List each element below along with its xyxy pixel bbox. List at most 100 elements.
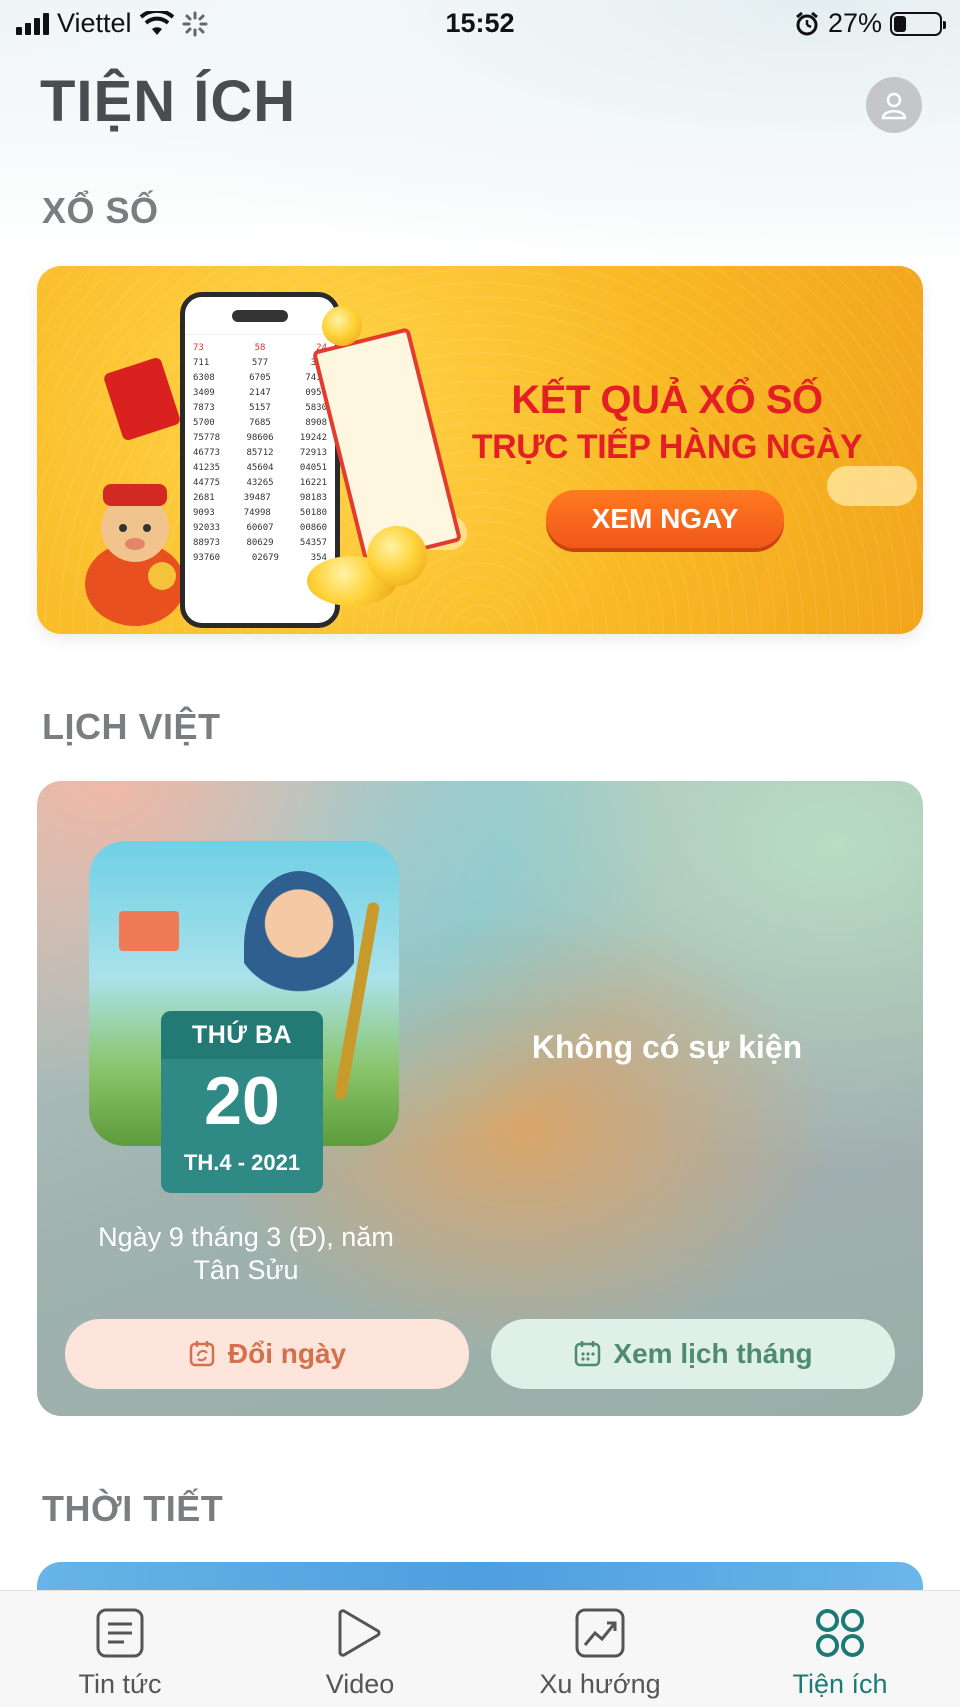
news-icon [92,1605,148,1661]
profile-avatar-button[interactable] [866,77,922,133]
cloud-decoration [827,466,917,506]
calendar-icon [575,1341,601,1367]
battery-fill [894,15,906,32]
battery-percent: 27% [827,8,882,38]
phone-result-cell: 44775 [193,478,221,488]
phone-result-row: 93760 02679 354 [193,551,327,566]
phone-results-list: 7358247115773216308670574153409214709577… [185,335,335,572]
tab-utilities-label: Tiện ích [792,1669,888,1699]
phone-result-cell: 5830 [305,403,327,413]
user-icon [881,92,907,120]
phone-header [185,297,335,335]
banner-headline: KẾT QUẢ XỔ SỐ [511,378,823,422]
phone-result-row: 7873 5157 5830 [193,401,327,416]
phone-result-cell: 58 [254,343,266,353]
alarm-icon [796,11,818,35]
phone-result-cell: 74998 [243,508,271,518]
banner-subline: TRỰC TIẾP HÀNG NGÀY [471,428,863,466]
phone-result-row: 6308 6705 7415 [193,371,327,386]
phone-result-cell: 92033 [193,523,221,533]
month-year: TH.4 - 2021 [183,1150,301,1175]
flag-image [119,911,179,951]
phone-result-cell: 50180 [299,508,327,518]
phone-result-row: 711577321 [193,356,327,371]
tab-news[interactable]: Tin tức [0,1591,240,1707]
tab-trends[interactable]: Xu hướng [480,1591,720,1707]
gold-coin-image [322,306,362,346]
phone-result-row: 46773 85712 72913 [193,446,327,461]
phone-result-cell: 19242 [299,433,327,443]
phone-result-cell: 93760 [193,553,221,563]
status-bar: Viettel 15:52 27% [0,0,960,48]
phone-result-row: 75778 98606 19242 [193,431,327,446]
phone-result-cell: 54357 [299,538,327,548]
phone-result-cell: 2681 [193,493,215,503]
phone-result-cell: 711 [193,358,210,368]
view-now-button[interactable]: XEM NGAY [546,490,784,548]
day-number: 20 [204,1063,280,1139]
play-icon [332,1605,388,1661]
gold-coin-image [367,526,427,586]
calendar-refresh-icon [189,1341,215,1367]
phone-result-cell: 6705 [249,373,271,383]
lunar-date: Ngày 9 tháng 3 (Đ), năm Tân Sửu [57,1221,435,1287]
phone-result-row: 88973 80629 54357 [193,536,327,551]
trend-icon [572,1605,628,1661]
phone-result-row: 41235 45604 04051 [193,461,327,476]
phone-result-cell: 41235 [193,463,221,473]
phone-result-cell: 02679 [251,553,279,563]
phone-result-cell: 60607 [246,523,274,533]
change-date-label: Đổi ngày [227,1338,347,1369]
battery-icon [890,11,946,36]
phone-result-cell: 85712 [246,448,274,458]
tab-utilities[interactable]: Tiện ích [720,1591,960,1707]
bottom-tab-bar: Tin tức Video Xu hướng Tiện ích [0,1590,960,1707]
no-event-text: Không có sự kiện [531,1029,803,1065]
day-of-week: THỨ BA [161,1011,323,1059]
tab-trends-label: Xu hướng [539,1669,661,1699]
phone-result-cell: 3409 [193,388,215,398]
tab-video-label: Video [325,1669,395,1699]
phone-result-cell: 73 [193,343,204,353]
section-title-weather: THỜI TIẾT [42,1488,224,1529]
phone-result-row: 44775 43265 16221 [193,476,327,491]
page-title: TIỆN ÍCH [40,69,297,134]
phone-result-cell: 00860 [299,523,327,533]
phone-result-cell: 98183 [299,493,327,503]
phone-result-cell: 98606 [246,433,274,443]
phone-result-row: 3409 2147 0957 [193,386,327,401]
section-title-lottery: XỔ SỐ [42,190,159,231]
hero-character-image [244,871,354,1021]
phone-result-cell: 75778 [193,433,221,443]
tab-video[interactable]: Video [240,1591,480,1707]
phone-result-cell: 16221 [299,478,327,488]
phone-result-cell: 45604 [246,463,274,473]
phone-result-cell: 2147 [249,388,271,398]
phone-result-cell: 577 [251,358,269,368]
phone-result-cell: 5700 [193,418,215,428]
lottery-banner[interactable]: 7358247115773216308670574153409214709577… [37,266,923,634]
section-title-calendar: LỊCH VIỆT [42,706,221,747]
phone-result-cell: 5157 [249,403,271,413]
phone-result-row: 735824 [193,341,327,356]
mascot-image [85,484,185,626]
phone-result-cell: 9093 [193,508,215,518]
phone-result-cell: 72913 [299,448,327,458]
lunar-date-line1: Ngày 9 tháng 3 (Đ), năm [98,1222,394,1252]
tab-news-label: Tin tức [78,1669,162,1699]
lunar-date-line2: Tân Sửu [193,1255,299,1285]
status-right: 27% [794,8,946,39]
phone-result-cell: 39487 [243,493,271,503]
phone-result-cell: 7685 [249,418,271,428]
change-date-button[interactable]: Đổi ngày [65,1319,469,1389]
phone-result-row: 2681 39487 98183 [193,491,327,506]
phone-result-cell: 6308 [193,373,215,383]
phone-result-cell: 8908 [305,418,327,428]
phone-result-row: 9093 74998 50180 [193,506,327,521]
grid-icon [812,1605,868,1661]
month-calendar-label: Xem lịch tháng [613,1338,813,1369]
phone-result-row: 92033 60607 00860 [193,521,327,536]
calendar-card: THỨ BA 20 TH.4 - 2021 Ngày 9 tháng 3 (Đ)… [37,781,923,1416]
month-calendar-button[interactable]: Xem lịch tháng [491,1319,895,1389]
date-tile: THỨ BA 20 TH.4 - 2021 [161,1011,323,1193]
